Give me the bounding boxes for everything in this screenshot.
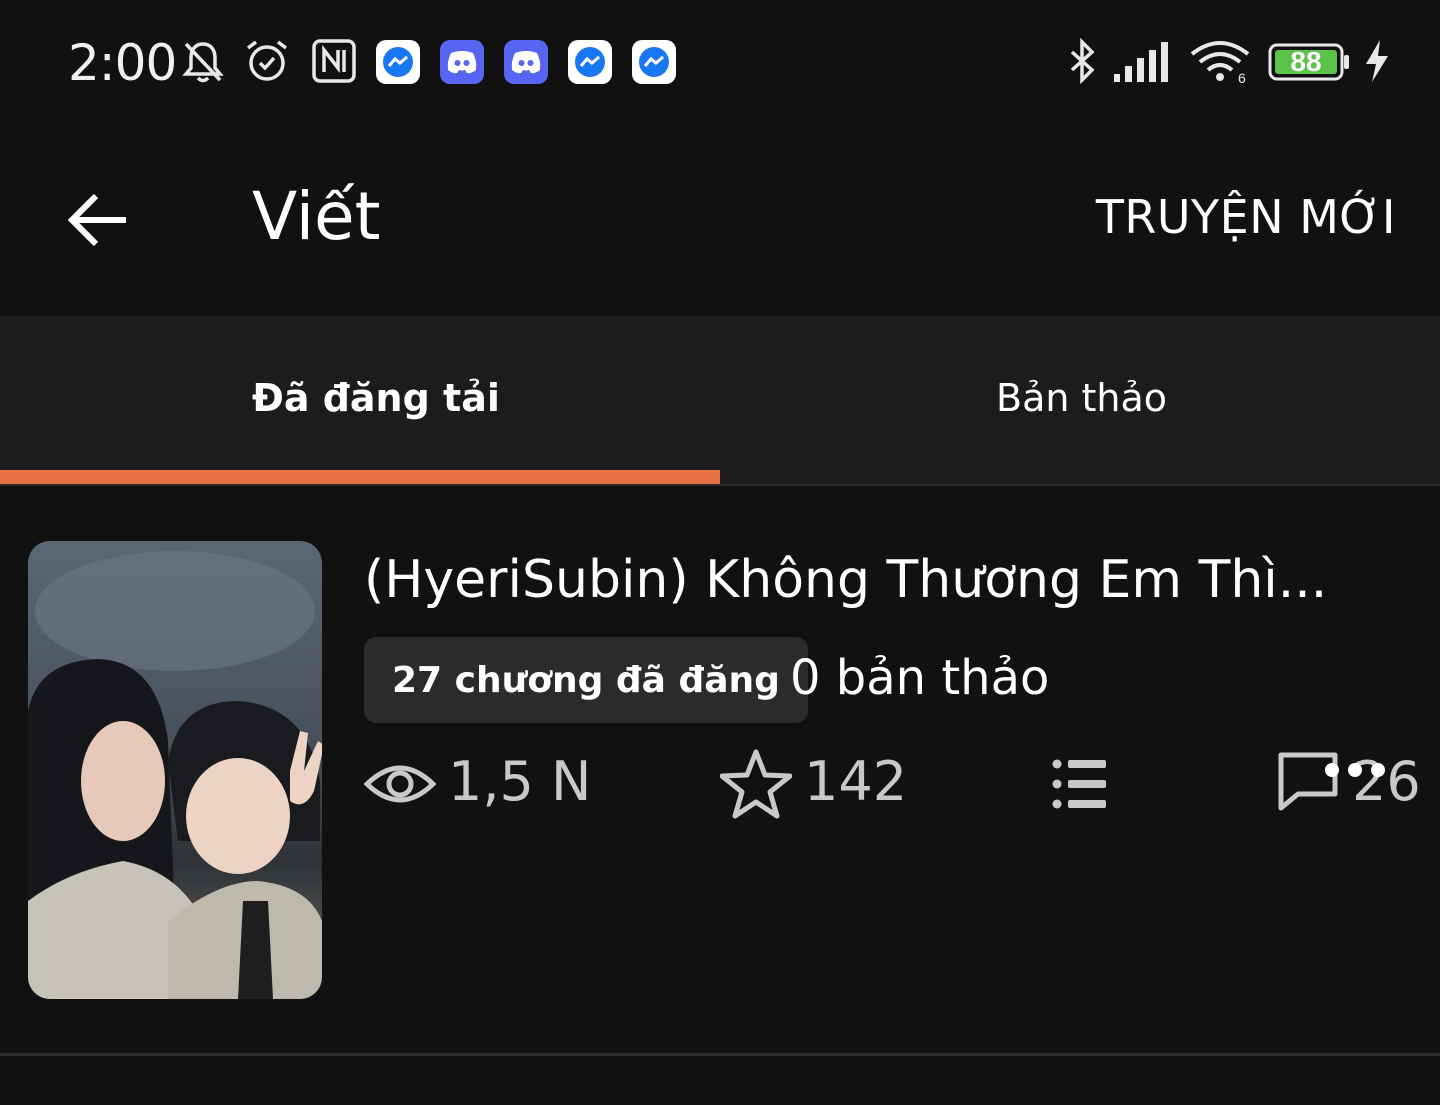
views-count: 1,5 N (448, 750, 592, 813)
discord-icon (440, 40, 484, 84)
discord-icon (504, 40, 548, 84)
bluetooth-icon (1070, 38, 1095, 84)
mute-icon (182, 42, 224, 83)
eye-icon (364, 765, 436, 803)
page-title: Viết (252, 178, 381, 255)
new-story-button[interactable]: TRUYỆN MỚI (1096, 190, 1396, 244)
tab-bar: Đã đăng tải Bản thảo (0, 316, 1440, 486)
votes-count: 142 (804, 750, 908, 813)
svg-text:6: 6 (1238, 70, 1246, 84)
messenger-icon (632, 40, 676, 84)
story-cover-image[interactable] (28, 541, 322, 999)
battery-level: 88 (1290, 46, 1322, 77)
tab-drafts[interactable]: Bản thảo (720, 316, 1440, 484)
tab-published[interactable]: Đã đăng tải (0, 316, 720, 484)
tab-drafts-label: Bản thảo (996, 376, 1168, 420)
story-list-item[interactable]: (HyeriSubin) Không Thương Em Thì... 27 c… (0, 486, 1440, 1056)
drafts-count: 0 bản thảo (790, 650, 1050, 706)
alarm-icon (246, 40, 288, 81)
story-title[interactable]: (HyeriSubin) Không Thương Em Thì... (364, 550, 1404, 610)
wifi-icon: 6 (1190, 41, 1250, 84)
tab-published-label: Đã đăng tải (252, 376, 500, 420)
signal-icon (1114, 42, 1168, 82)
status-time: 2:00 (68, 34, 177, 92)
published-chapters-chip: 27 chương đã đăng (364, 637, 808, 723)
list-icon[interactable] (1050, 754, 1110, 814)
status-bar: 2:00 6 88 (0, 0, 1440, 124)
messenger-icon (568, 40, 612, 84)
messenger-icon (376, 40, 420, 84)
star-icon (720, 749, 792, 819)
back-arrow-icon[interactable] (62, 184, 134, 256)
nfc-icon (312, 39, 356, 83)
next-list-item-edge (0, 1058, 1440, 1105)
app-bar: Viết TRUYỆN MỚI (0, 124, 1440, 316)
more-options-icon[interactable] (1320, 758, 1390, 782)
charging-icon (1366, 40, 1388, 82)
active-tab-indicator (0, 470, 720, 484)
